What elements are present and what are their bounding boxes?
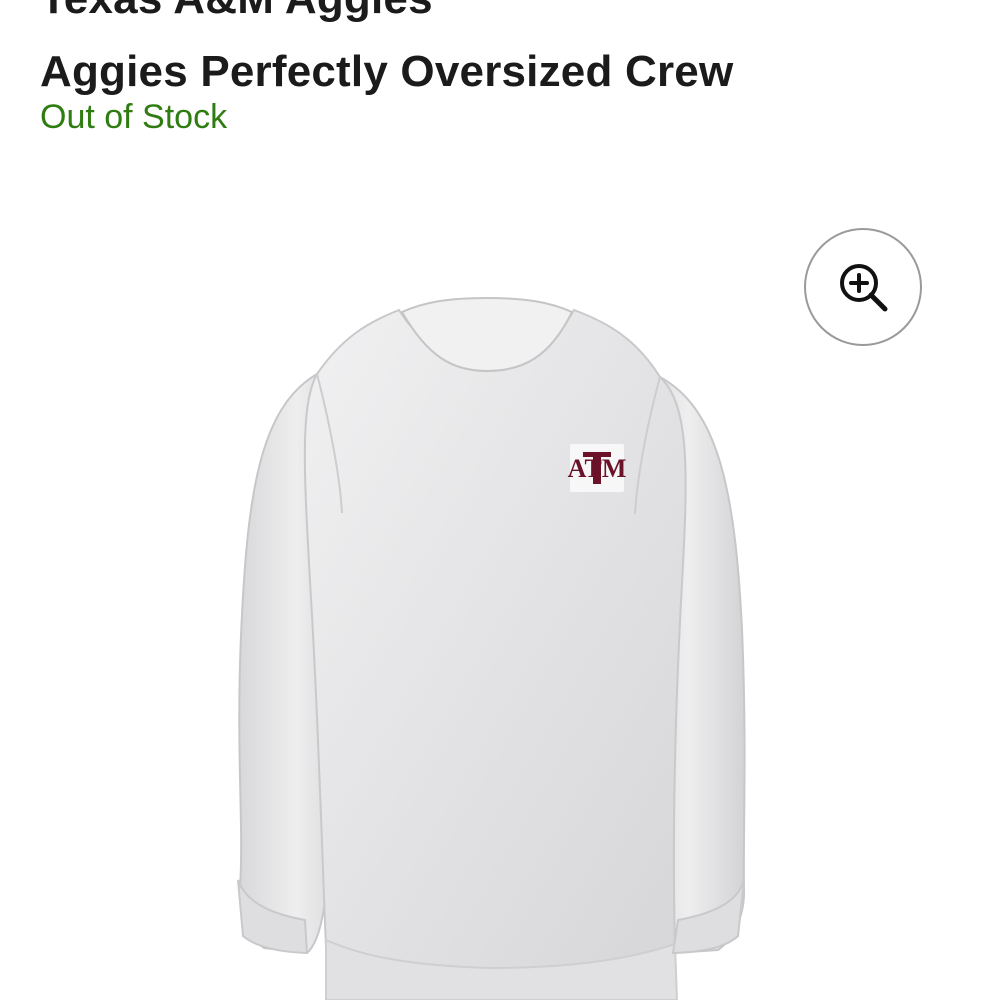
product-title: Aggies Perfectly Oversized Crew [40,47,734,97]
product-page: Texas A&M Aggies Aggies Perfectly Oversi… [0,0,1000,1000]
atm-logo: ATM [568,444,626,492]
product-title-partial: Texas A&M Aggies [40,0,433,24]
zoom-in-icon [840,264,888,312]
zoom-button[interactable] [804,228,922,346]
sweatshirt-body [303,308,687,975]
stock-status: Out of Stock [40,98,228,136]
